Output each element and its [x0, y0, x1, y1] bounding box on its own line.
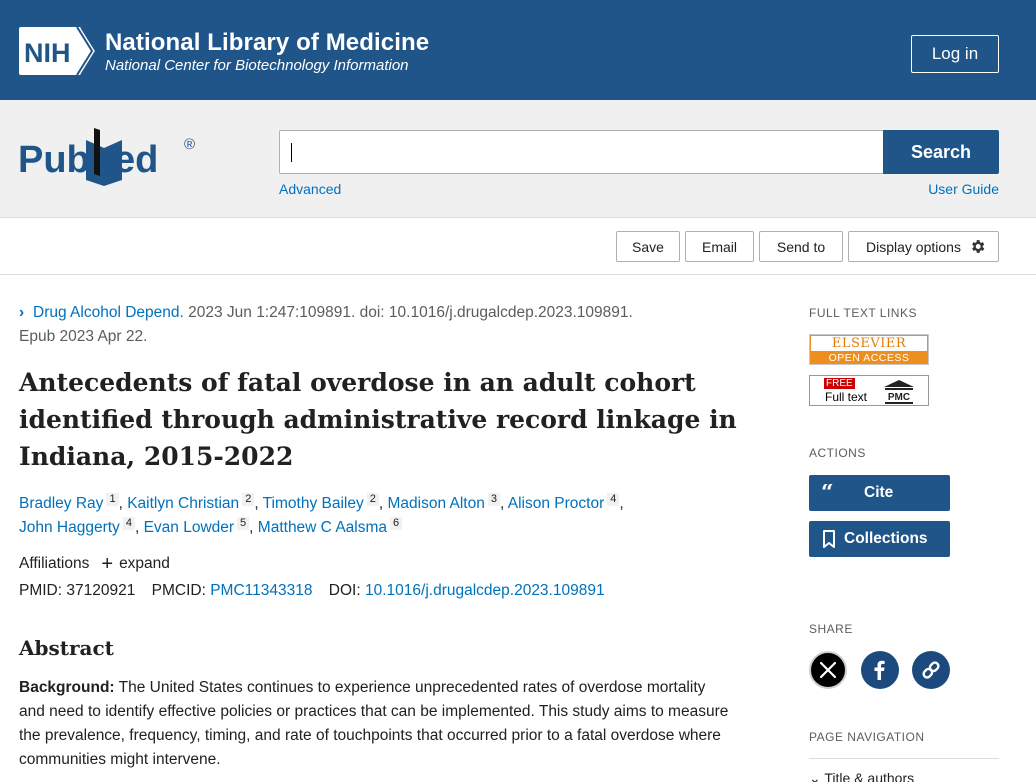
pmcid-label: PMCID: — [151, 582, 206, 599]
bookmark-icon — [823, 530, 835, 548]
collections-button[interactable]: Collections — [809, 521, 950, 557]
doi-link[interactable]: 10.1016/j.drugalcdep.2023.109891 — [365, 582, 605, 599]
facebook-icon — [874, 660, 885, 680]
search-input[interactable] — [279, 130, 885, 174]
cite-label: Cite — [864, 484, 894, 501]
svg-text:®: ® — [184, 136, 195, 153]
nih-logo-icon[interactable]: NIH — [19, 27, 97, 75]
epub-date: Epub 2023 Apr 22. — [19, 328, 148, 345]
article-title: Antecedents of fatal overdose in an adul… — [19, 368, 737, 471]
elsevier-full-text-link[interactable]: ELSEVIER OPEN ACCESS — [809, 334, 929, 365]
expand-label: expand — [119, 555, 170, 572]
abstract-heading: Abstract — [19, 636, 114, 660]
share-heading: SHARE — [809, 622, 853, 636]
affiliation-ref[interactable]: 2 — [242, 493, 255, 506]
journal-citation: › Drug Alcohol Depend. 2023 Jun 1:247:109… — [19, 301, 719, 349]
article-action-bar: Save Email Send to Display options — [0, 219, 1036, 275]
affiliation-ref[interactable]: 5 — [237, 517, 250, 530]
svg-text:ed: ed — [114, 139, 158, 181]
login-button[interactable]: Log in — [911, 35, 999, 73]
expand-affiliations-button[interactable]: + expand — [101, 553, 170, 575]
abstract-background: Background: The United States continues … — [19, 676, 734, 772]
nih-header: NIH National Library of Medicine Nationa… — [0, 0, 1036, 100]
author-link[interactable]: Bradley Ray — [19, 495, 103, 512]
author-link[interactable]: Alison Proctor — [508, 495, 604, 512]
nih-subtitle: National Center for Biotechnology Inform… — [105, 57, 409, 74]
author-list: Bradley Ray 1, Kaitlyn Christian 2, Timoth… — [19, 493, 624, 536]
affiliation-ref[interactable]: 4 — [607, 493, 620, 506]
pubmed-logo-icon[interactable]: Pub ed ® — [18, 124, 203, 190]
chevron-right-icon: › — [19, 304, 25, 321]
author-link[interactable]: Evan Lowder — [144, 519, 234, 536]
author-link[interactable]: Kaitlyn Christian — [127, 495, 239, 512]
pmc-full-text-link[interactable]: FREE Full text PMC — [809, 375, 929, 406]
affiliation-ref[interactable]: 1 — [106, 493, 119, 506]
quote-icon: “ — [821, 484, 834, 502]
svg-text:“: “ — [821, 484, 834, 502]
elsevier-logo-text: ELSEVIER — [811, 336, 927, 351]
pmid-value: 37120921 — [66, 582, 136, 599]
text-caret — [291, 143, 292, 162]
affiliations-label: Affiliations — [19, 555, 90, 572]
link-icon — [922, 661, 940, 679]
page-nav-item-label: Title & authors — [824, 770, 915, 782]
pmc-logo-text: PMC — [888, 392, 910, 403]
share-x-button[interactable] — [809, 651, 847, 689]
search-band: Pub ed ® Search Advanced User Guide — [0, 100, 1036, 218]
x-logo-icon — [819, 661, 837, 679]
collections-label: Collections — [844, 530, 928, 547]
background-label: Background: — [19, 679, 115, 696]
nih-title[interactable]: National Library of Medicine — [105, 29, 429, 57]
actions-heading: ACTIONS — [809, 446, 866, 460]
advanced-search-link[interactable]: Advanced — [279, 181, 341, 197]
full-text-label: Full text — [825, 390, 868, 404]
nih-badge-text: NIH — [24, 38, 71, 68]
svg-text:Pub: Pub — [18, 139, 90, 181]
gear-icon — [972, 240, 985, 253]
free-badge: FREE — [824, 378, 855, 389]
plus-icon: + — [101, 553, 114, 575]
citation-details: 2023 Jun 1:247:109891. doi: 10.1016/j.dr… — [183, 304, 633, 321]
share-facebook-button[interactable] — [861, 651, 899, 689]
pmid-label: PMID: — [19, 582, 63, 599]
open-access-text: OPEN ACCESS — [828, 352, 910, 364]
pmc-logo-icon: PMC — [884, 380, 914, 404]
affiliation-ref[interactable]: 6 — [390, 517, 403, 530]
affiliation-ref[interactable]: 3 — [487, 493, 500, 506]
affiliation-ref[interactable]: 4 — [122, 517, 135, 530]
save-button[interactable]: Save — [616, 231, 680, 262]
display-options-button[interactable]: Display options — [848, 231, 999, 262]
affiliations-row: Affiliations + expand — [19, 553, 170, 575]
display-options-label: Display options — [866, 238, 961, 255]
page-nav-title-authors[interactable]: ⌄ Title & authors — [809, 770, 914, 782]
background-text: The United States continues to experienc… — [19, 679, 729, 768]
share-permalink-button[interactable] — [912, 651, 950, 689]
affiliation-ref[interactable]: 2 — [366, 493, 379, 506]
author-link[interactable]: Timothy Bailey — [263, 495, 364, 512]
cite-button[interactable]: “ Cite — [809, 475, 950, 511]
doi-label: DOI: — [328, 582, 361, 599]
journal-link[interactable]: Drug Alcohol Depend. — [33, 304, 184, 321]
author-link[interactable]: Madison Alton — [387, 495, 484, 512]
send-to-button[interactable]: Send to — [759, 231, 843, 262]
full-text-links-heading: FULL TEXT LINKS — [809, 306, 917, 320]
user-guide-link[interactable]: User Guide — [928, 181, 999, 197]
pmcid-link[interactable]: PMC11343318 — [210, 582, 312, 599]
page-navigation-heading: PAGE NAVIGATION — [809, 730, 925, 744]
chevron-down-icon: ⌄ — [809, 770, 825, 782]
divider — [809, 758, 999, 759]
author-link[interactable]: John Haggerty — [19, 519, 120, 536]
email-button[interactable]: Email — [685, 231, 754, 262]
search-button[interactable]: Search — [883, 130, 999, 174]
article-identifiers: PMID: 37120921 PMCID: PMC11343318 DOI: 1… — [19, 582, 605, 600]
author-link[interactable]: Matthew C Aalsma — [258, 519, 387, 536]
